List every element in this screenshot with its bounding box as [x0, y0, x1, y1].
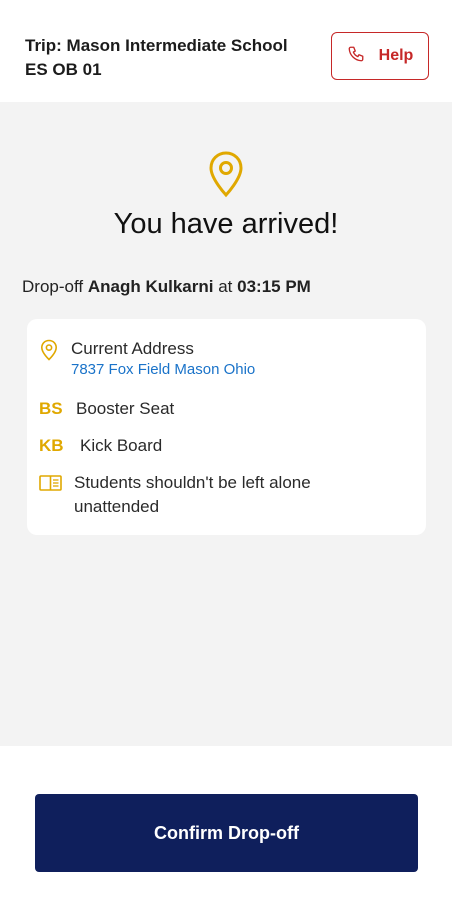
supervision-note-line1: Students shouldn't be left alone [74, 473, 311, 492]
header: Trip: Mason Intermediate School ES OB 01… [0, 0, 452, 102]
arrived-title: You have arrived! [113, 208, 339, 240]
dropoff-prefix: Drop-off [22, 277, 84, 296]
footer: Confirm Drop-off [0, 746, 452, 900]
kick-board-label: Kick Board [80, 436, 163, 455]
dropoff-info: Drop-off Anagh Kulkarni at 03:15 PM [22, 277, 311, 297]
address-link[interactable]: 7837 Fox Field Mason Ohio [71, 361, 255, 378]
student-name: Anagh Kulkarni [87, 277, 214, 296]
help-label: Help [378, 47, 414, 64]
kick-board-code: KB [39, 436, 64, 455]
arrival-panel: You have arrived! Drop-off Anagh Kulkarn… [0, 102, 452, 746]
supervision-note: Students shouldn't be left alone unatten… [74, 471, 311, 519]
booster-seat-label: Booster Seat [76, 399, 175, 418]
address-label: Current Address [71, 339, 194, 358]
trip-title: Trip: Mason Intermediate School ES OB 01 [25, 34, 325, 82]
trip-title-line1: Trip: Mason Intermediate School [25, 36, 288, 55]
supervision-note-line2: unattended [74, 497, 160, 516]
confirm-dropoff-button[interactable]: Confirm Drop-off [35, 794, 418, 872]
location-pin-icon [209, 151, 243, 198]
dropoff-at: at [218, 277, 233, 296]
trip-title-line2: ES OB 01 [25, 60, 102, 79]
trip-details-card: Current Address 7837 Fox Field Mason Ohi… [27, 319, 426, 535]
location-pin-icon [40, 339, 58, 361]
booster-seat-code: BS [39, 399, 63, 418]
phone-icon [347, 45, 365, 68]
help-button[interactable]: Help [331, 32, 429, 80]
dropoff-time: 03:15 PM [237, 277, 311, 296]
book-icon [39, 475, 62, 491]
